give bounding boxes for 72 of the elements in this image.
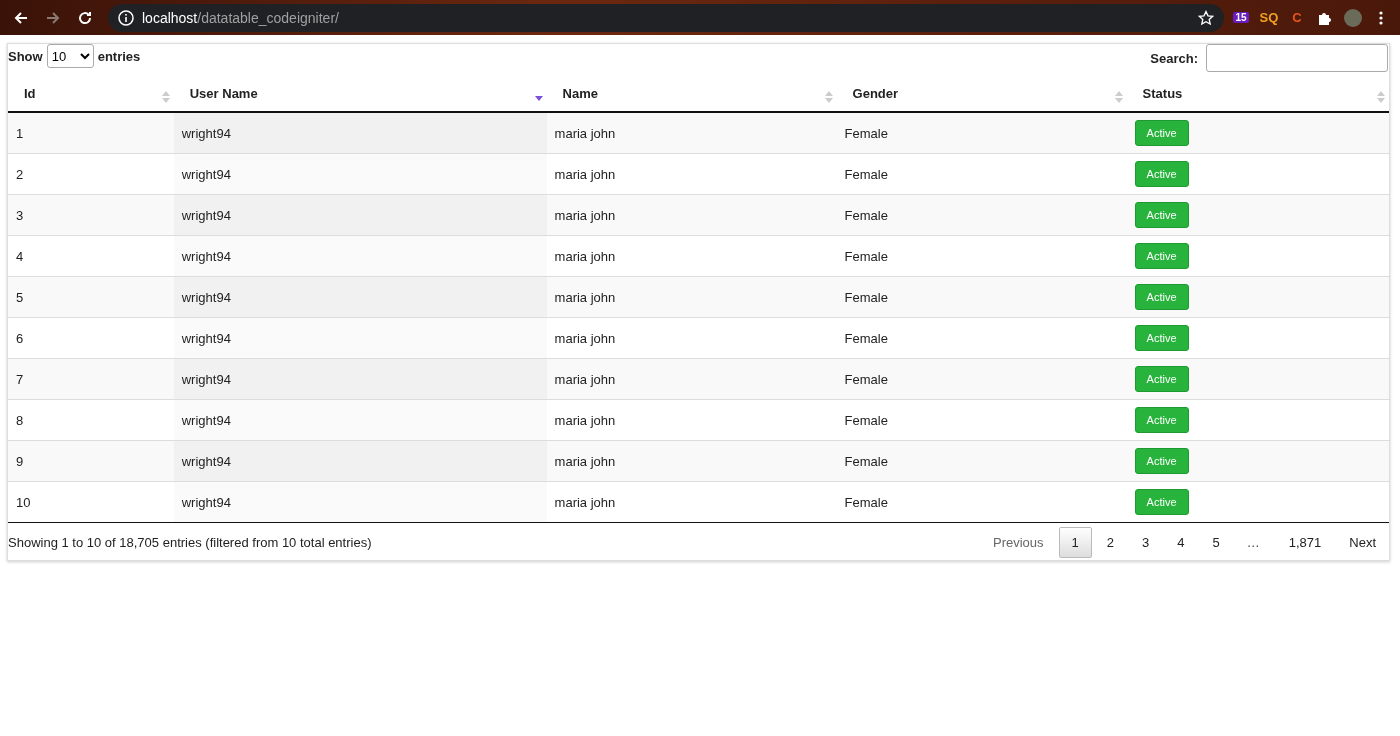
status-label: Active [1134,243,1189,269]
search-field[interactable] [1206,44,1388,72]
table-cell: Female [836,440,1127,482]
table-cell: maria john [546,194,837,236]
table-cell: Female [836,358,1127,400]
page-button[interactable]: 4 [1164,527,1198,558]
table-cell: Female [836,276,1127,318]
table-cell: 6 [8,317,174,359]
table-cell: wright94 [173,399,547,441]
table-info: Showing 1 to 10 of 18,705 entries (filtered from 10 total entries) [8,535,372,550]
table-cell: Female [836,112,1127,154]
page-button[interactable]: 3 [1129,527,1163,558]
table-cell: 1 [8,112,174,154]
table-cell: 4 [8,235,174,277]
table-cell: wright94 [173,112,547,154]
star-icon[interactable] [1198,9,1214,26]
table-cell: wright94 [173,358,547,400]
table-cell: maria john [546,440,837,482]
table-cell: maria john [546,235,837,277]
table-cell: Female [836,235,1127,277]
avatar-icon[interactable] [1342,6,1364,29]
status-label: Active [1134,284,1189,310]
status-label: Active [1134,325,1189,351]
address-bar[interactable]: localhost/datatable_codeigniter/ [108,3,1224,32]
table-cell: maria john [546,399,837,441]
table-cell: 7 [8,358,174,400]
table-cell: wright94 [173,235,547,277]
extension-icon[interactable]: SQ [1258,6,1280,29]
page-button[interactable]: 1 [1058,527,1092,558]
table-cell: 2 [8,153,174,195]
next-button[interactable]: Next [1336,527,1389,558]
page-button[interactable]: 2 [1093,527,1127,558]
table-cell: maria john [546,112,837,154]
status-label: Active [1134,448,1189,474]
back-arrow-icon [13,9,29,26]
table-cell: Female [836,194,1127,236]
table-cell: maria john [546,153,837,195]
status-label: Active [1134,489,1189,515]
table-cell: wright94 [173,481,547,522]
status-label: Active [1134,202,1189,228]
page-button[interactable]: 1,871 [1275,527,1335,558]
table-cell: Female [836,399,1127,441]
table-cell: wright94 [173,440,547,482]
table-cell: wright94 [173,194,547,236]
extension-icon[interactable]: C [1286,6,1308,29]
table-cell: maria john [546,317,837,359]
table-cell: maria john [546,276,837,318]
show-label: Show [8,48,43,64]
forward-arrow-icon [45,9,61,26]
table-cell: 8 [8,399,174,441]
search-label: Search: [1150,50,1198,66]
table-cell: Female [836,153,1127,195]
table-cell: 3 [8,194,174,236]
entries-label: entries [97,48,141,64]
table-cell: maria john [546,481,837,522]
status-label: Active [1134,120,1189,146]
table-cell: 10 [8,481,174,522]
entries-select[interactable]: 10 [46,44,94,68]
table-cell: 9 [8,440,174,482]
table-cell: maria john [546,358,837,400]
table-cell: Female [836,317,1127,359]
pagination-ellipsis: … [1245,535,1261,550]
status-label: Active [1134,161,1189,187]
status-label: Active [1134,407,1189,433]
table-cell: wright94 [173,276,547,318]
table-cell: 5 [8,276,174,318]
info-icon [118,9,134,26]
table-cell: wright94 [173,317,547,359]
status-label: Active [1134,366,1189,392]
page-button[interactable]: 5 [1199,527,1233,558]
reload-icon [77,9,93,26]
table-cell: wright94 [173,153,547,195]
